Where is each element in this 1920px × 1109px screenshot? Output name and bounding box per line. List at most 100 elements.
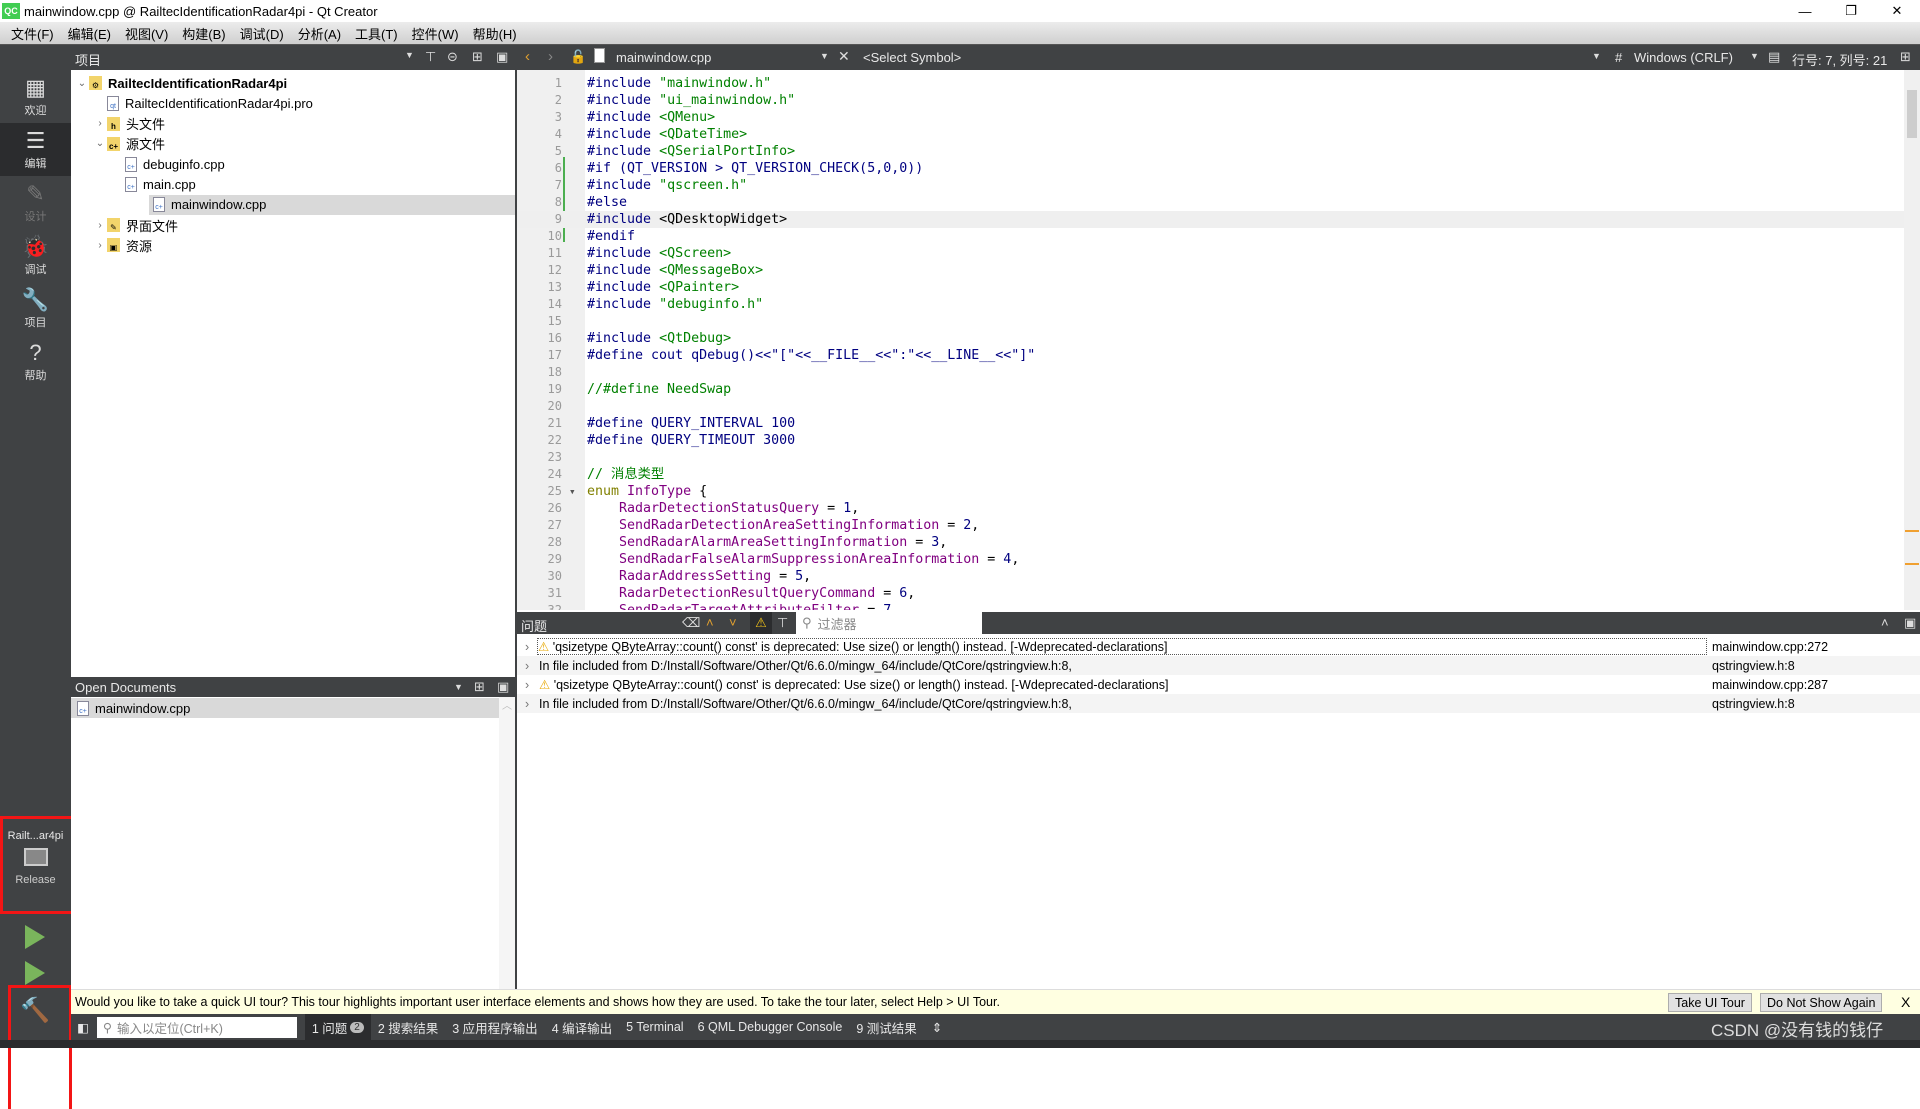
maximize-button[interactable]: ❐ [1828, 0, 1874, 22]
menu-4[interactable]: 调试(D) [233, 24, 291, 43]
tree-item[interactable]: ⌄ c+ 源文件 [71, 134, 515, 154]
issue-row[interactable]: › ⚠ 'qsizetype QByteArray::count() const'… [517, 637, 1920, 656]
close-window-button[interactable]: ✕ [1874, 0, 1920, 22]
code-line[interactable]: 21 #define QUERY_INTERVAL 100 [517, 415, 1904, 432]
code-line[interactable]: 20 [517, 398, 1904, 415]
code-line[interactable]: 16 #include <QtDebug> [517, 330, 1904, 347]
mode-edit-document[interactable]: ☰ 编辑 [0, 123, 71, 176]
code-line[interactable]: 31 RadarDetectionResultQueryCommand = 6, [517, 585, 1904, 602]
collapse-arrow-icon[interactable]: › [93, 118, 107, 129]
mode-help[interactable]: ? 帮助 [0, 335, 71, 388]
output-tab[interactable]: 6 QML Debugger Console [691, 1014, 850, 1040]
link-icon[interactable]: ⊝ [447, 49, 458, 65]
open-document-item[interactable]: c+ mainwindow.cpp [71, 698, 499, 718]
code-line[interactable]: 6 #if (QT_VERSION > QT_VERSION_CHECK(5,0,… [517, 160, 1904, 177]
menu-5[interactable]: 分析(A) [291, 24, 348, 43]
code-line[interactable]: 5 #include <QSerialPortInfo> [517, 143, 1904, 160]
expand-arrow-icon[interactable]: ⌄ [75, 78, 89, 89]
output-tab[interactable]: 4 编译输出 [545, 1014, 619, 1040]
file-selector[interactable]: mainwindow.cpp [616, 50, 711, 65]
debug-run-icon[interactable] [25, 961, 45, 985]
code-line[interactable]: 28 SendRadarAlarmAreaSettingInformation … [517, 534, 1904, 551]
code-line[interactable]: 13 #include <QPainter> [517, 279, 1904, 296]
code-line[interactable]: 14 #include "debuginfo.h" [517, 296, 1904, 313]
tree-item[interactable]: c+ debuginfo.cpp [71, 154, 515, 174]
code-line[interactable]: 23 [517, 449, 1904, 466]
previous-icon[interactable]: ˄ [706, 615, 714, 630]
output-tab[interactable]: 3 应用程序输出 [445, 1014, 544, 1040]
line-ending-dropdown-icon[interactable]: ▼ [1750, 51, 1759, 61]
code-line[interactable]: 8 #else [517, 194, 1904, 211]
issue-row[interactable]: › In file included from D:/Install/Softwa… [517, 694, 1920, 713]
symbol-selector[interactable]: <Select Symbol> [863, 50, 961, 65]
tree-item[interactable]: › ▣ 资源 [71, 235, 515, 255]
code-line[interactable]: 7 #include "qscreen.h" [517, 177, 1904, 194]
code-editor[interactable]: 1 #include "mainwindow.h" 2 #include "ui_ma… [517, 70, 1904, 610]
output-tab[interactable]: 1 问题 2 [304, 1014, 371, 1040]
menu-1[interactable]: 编辑(E) [61, 24, 118, 43]
code-line[interactable]: 3 #include <QMenu> [517, 109, 1904, 126]
code-line[interactable]: 11 #include <QScreen> [517, 245, 1904, 262]
code-line[interactable]: 4 #include <QDateTime> [517, 126, 1904, 143]
open-docs-split-icon[interactable]: ⊞ [474, 679, 485, 695]
take-ui-tour-button[interactable]: Take UI Tour [1668, 993, 1752, 1012]
fold-arrow-icon[interactable]: ▾ [569, 483, 576, 500]
code-line[interactable]: 19 //#define NeedSwap [517, 381, 1904, 398]
clean-icon[interactable]: ⌫ [682, 615, 700, 631]
mode-wrench[interactable]: 🔧 项目 [0, 282, 71, 335]
code-line[interactable]: 22 #define QUERY_TIMEOUT 3000 [517, 432, 1904, 449]
tree-item[interactable]: ⌄ ⚙ RailtecIdentificationRadar4pi [71, 73, 515, 93]
issue-location[interactable]: mainwindow.cpp:272 [1712, 640, 1828, 654]
open-docs-scrollbar[interactable]: ︿ [499, 697, 515, 989]
code-line[interactable]: 17 #define cout qDebug()<<"["<<__FILE__<<… [517, 347, 1904, 364]
open-docs-dropdown-icon[interactable]: ▼ [454, 682, 463, 692]
menu-7[interactable]: 控件(W) [405, 24, 466, 43]
code-line[interactable]: 10 #endif [517, 228, 1904, 245]
issues-filter-input[interactable]: ⚲ 过滤器 [796, 612, 982, 634]
issue-row[interactable]: › In file included from D:/Install/Softwa… [517, 656, 1920, 675]
filter-icon[interactable]: ⊤ [425, 49, 436, 65]
code-line[interactable]: 2 #include "ui_mainwindow.h" [517, 92, 1904, 109]
view-dropdown-icon[interactable]: ▼ [405, 50, 414, 60]
expand-arrow-icon[interactable]: › [525, 659, 529, 673]
issue-location[interactable]: mainwindow.cpp:287 [1712, 678, 1828, 692]
code-line[interactable]: 30 RadarAddressSetting = 5, [517, 568, 1904, 585]
close-pane-icon[interactable]: ▣ [496, 49, 508, 65]
split-icon[interactable]: ⊞ [472, 49, 483, 65]
maximize-panel-icon[interactable]: ˄ [1881, 615, 1889, 630]
output-tab[interactable]: 2 搜索结果 [371, 1014, 445, 1040]
line-ending-selector[interactable]: Windows (CRLF) [1634, 50, 1733, 65]
menu-6[interactable]: 工具(T) [348, 24, 405, 43]
tabs-scroll-icon[interactable]: ⇕ [932, 1020, 942, 1035]
menu-2[interactable]: 视图(V) [118, 24, 175, 43]
editor-scrollbar[interactable] [1904, 70, 1920, 610]
close-tour-button[interactable]: X [1901, 994, 1910, 1010]
tree-item[interactable]: c+ main.cpp [71, 175, 515, 195]
code-line[interactable]: 27 SendRadarDetectionAreaSettingInformat… [517, 517, 1904, 534]
code-line[interactable]: 32 SendRadarTargetAttributeFilter = 7, [517, 602, 1904, 610]
close-file-icon[interactable]: ✕ [838, 48, 850, 65]
collapse-arrow-icon[interactable]: › [93, 240, 107, 251]
menu-3[interactable]: 构建(B) [175, 24, 232, 43]
expand-arrow-icon[interactable]: ⌄ [93, 138, 107, 149]
code-line[interactable]: 25 enum InfoType {▾ [517, 483, 1904, 500]
scrollbar-thumb[interactable] [1907, 90, 1917, 138]
code-line[interactable]: 24 // 消息类型 [517, 466, 1904, 483]
code-line[interactable]: 26 RadarDetectionStatusQuery = 1, [517, 500, 1904, 517]
mode-grid[interactable]: ▦ 欢迎 [0, 70, 71, 123]
code-line[interactable]: 12 #include <QMessageBox> [517, 262, 1904, 279]
code-line[interactable]: 29 SendRadarFalseAlarmSuppressionAreaInf… [517, 551, 1904, 568]
forward-icon[interactable]: › [548, 48, 553, 65]
run-icon[interactable] [25, 925, 45, 949]
code-line[interactable]: 18 [517, 364, 1904, 381]
tree-item[interactable]: qt RailtecIdentificationRadar4pi.pro [71, 93, 515, 113]
tree-item[interactable]: › ✎ 界面文件 [71, 215, 515, 235]
issue-location[interactable]: qstringview.h:8 [1712, 659, 1795, 673]
next-icon[interactable]: ˅ [729, 615, 737, 630]
symbol-dropdown-icon[interactable]: ▼ [1592, 51, 1601, 61]
filter-icon[interactable]: ⊤ [777, 615, 788, 631]
collapse-arrow-icon[interactable]: › [93, 220, 107, 231]
minimize-button[interactable]: — [1782, 0, 1828, 22]
locator-input[interactable]: ⚲ 输入以定位(Ctrl+K) [96, 1016, 297, 1038]
close-panel-icon[interactable]: ▣ [1904, 615, 1916, 631]
